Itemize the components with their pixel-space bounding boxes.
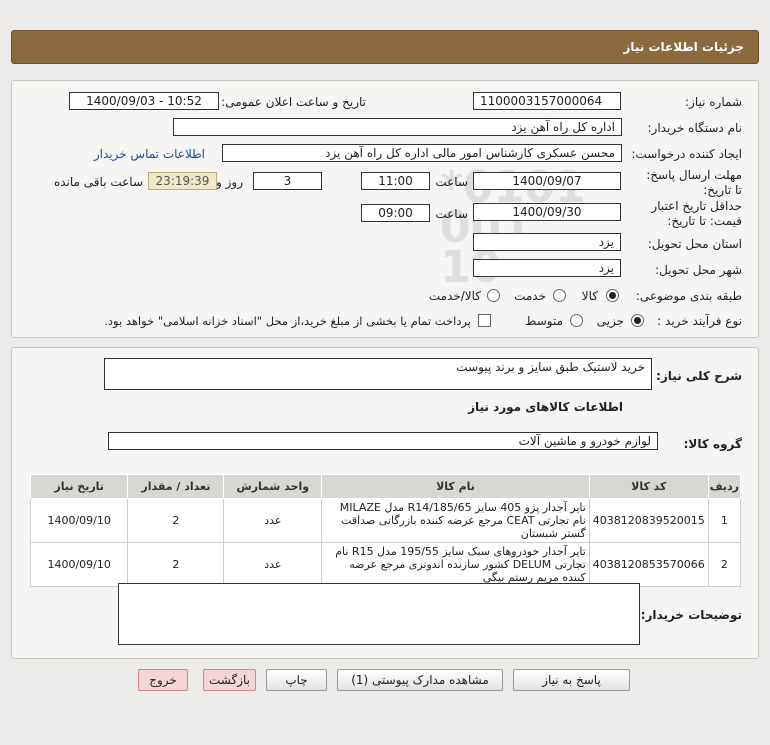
category-radio-service[interactable] xyxy=(553,289,566,302)
page-header: جزئیات اطلاعات نیاز xyxy=(11,30,759,64)
buyer-notes-field[interactable] xyxy=(118,583,640,645)
exit-button[interactable]: خروج xyxy=(138,669,188,691)
announce-label: تاریخ و ساعت اعلان عمومی: xyxy=(221,95,366,109)
row-date: 1400/09/10 xyxy=(29,542,129,587)
validity-time-field[interactable]: 09:00 xyxy=(361,204,430,222)
validity-time-label: ساعت xyxy=(435,207,468,221)
requester-label: ایجاد کننده درخواست: xyxy=(631,147,742,161)
row-qty: 2 xyxy=(127,498,225,543)
goods-table: ردیف کد کالا نام کالا واحد شمارش تعداد /… xyxy=(29,474,742,587)
row-code: 4038120839520015 xyxy=(588,498,709,543)
need-number-label: شماره نیاز: xyxy=(685,95,742,109)
goods-section-title: اطلاعات کالاهای مورد نیاز xyxy=(468,400,623,414)
row-qty: 2 xyxy=(127,542,225,587)
reply-button[interactable]: پاسخ به نیاز xyxy=(513,669,630,691)
table-row[interactable]: 1 4038120839520015 تایر آجدار پژو 405 سا… xyxy=(29,498,742,543)
view-attachments-button[interactable]: مشاهده مدارک پیوستی (1) xyxy=(337,669,503,691)
treasury-payment-note: پرداخت تمام یا بخشی از مبلغ خرید،از محل … xyxy=(104,314,471,328)
row-unit: عدد xyxy=(223,498,323,543)
process-radio-minor[interactable] xyxy=(631,314,644,327)
print-button[interactable]: چاپ xyxy=(266,669,327,691)
col-name: نام کالا xyxy=(321,474,590,499)
deadline-date-field[interactable]: 1400/09/07 xyxy=(473,172,621,190)
row-name: تایر آجدار پژو 405 سایز R14/185/65 مدل M… xyxy=(321,498,590,543)
city-field[interactable]: یزد xyxy=(473,259,621,277)
page-title: جزئیات اطلاعات نیاز xyxy=(623,40,744,54)
treasury-payment-checkbox[interactable] xyxy=(478,314,491,327)
col-index: ردیف xyxy=(707,474,742,499)
province-field[interactable]: یزد xyxy=(473,233,621,251)
remaining-label: ساعت باقی مانده xyxy=(53,175,143,189)
deadline-time-label: ساعت xyxy=(435,175,468,189)
validity-label: حداقل تاریخ اعتبار قیمت: تا تاریخ: xyxy=(651,199,742,228)
col-unit: واحد شمارش xyxy=(223,474,323,499)
description-field[interactable]: خرید لاستیک طبق سایز و برند پیوست xyxy=(104,358,652,390)
back-button[interactable]: بازگشت xyxy=(203,669,256,691)
contact-buyer-link[interactable]: اطلاعات تماس خریدار xyxy=(94,147,205,161)
row-name: تایر آجدار خودروهای سبک سایز 195/55 مدل … xyxy=(321,542,590,587)
need-number-field[interactable]: 1100003157000064 xyxy=(473,92,621,110)
goods-group-field[interactable]: لوازم خودرو و ماشین آلات xyxy=(108,432,658,450)
category-option-goods: کالا xyxy=(581,289,598,303)
goods-group-label: گروه کالا: xyxy=(683,437,742,451)
description-label: شرح کلی نیاز: xyxy=(656,369,742,383)
category-radio-goods[interactable] xyxy=(606,289,619,302)
row-code: 4038120853570066 xyxy=(588,542,709,587)
process-label: نوع فرآیند خرید : xyxy=(657,314,742,328)
process-option-medium: متوسط xyxy=(525,314,563,328)
category-option-goods-service: کالا/خدمت xyxy=(428,289,481,303)
buyer-org-label: نام دستگاه خریدار: xyxy=(647,121,743,135)
requester-field[interactable]: محسن عسکری کارشناس امور مالی اداره کل را… xyxy=(222,144,622,162)
table-header-row: ردیف کد کالا نام کالا واحد شمارش تعداد /… xyxy=(29,474,742,499)
process-radio-medium[interactable] xyxy=(570,314,583,327)
col-qty: تعداد / مقدار xyxy=(127,474,225,499)
validity-date-field[interactable]: 1400/09/30 xyxy=(473,203,621,221)
row-unit: عدد xyxy=(223,542,323,587)
table-row[interactable]: 2 4038120853570066 تایر آجدار خودروهای س… xyxy=(29,542,742,587)
category-radio-goods-service[interactable] xyxy=(487,289,500,302)
row-date: 1400/09/10 xyxy=(29,498,129,543)
buyer-org-field[interactable]: اداره کل راه آهن یزد xyxy=(173,118,622,136)
category-option-service: خدمت xyxy=(514,289,546,303)
deadline-label: مهلت ارسال پاسخ: تا تاریخ: xyxy=(646,168,742,197)
days-label: روز و xyxy=(216,175,243,189)
row-index: 2 xyxy=(707,542,742,587)
col-code: کد کالا xyxy=(588,474,709,499)
city-label: شهر محل تحویل: xyxy=(655,263,742,277)
announce-field[interactable]: 1400/09/03 - 10:52 xyxy=(69,92,219,110)
buyer-notes-label: توضیحات خریدار: xyxy=(640,608,742,622)
remaining-timer: 23:19:39 xyxy=(148,172,217,190)
process-option-minor: جزیی xyxy=(596,314,624,328)
province-label: استان محل تحویل: xyxy=(647,237,742,251)
category-label: طبقه بندی موضوعی: xyxy=(635,289,742,303)
days-field[interactable]: 3 xyxy=(253,172,322,190)
col-date: تاریخ نیاز xyxy=(29,474,129,499)
deadline-time-field[interactable]: 11:00 xyxy=(361,172,430,190)
row-index: 1 xyxy=(707,498,742,543)
